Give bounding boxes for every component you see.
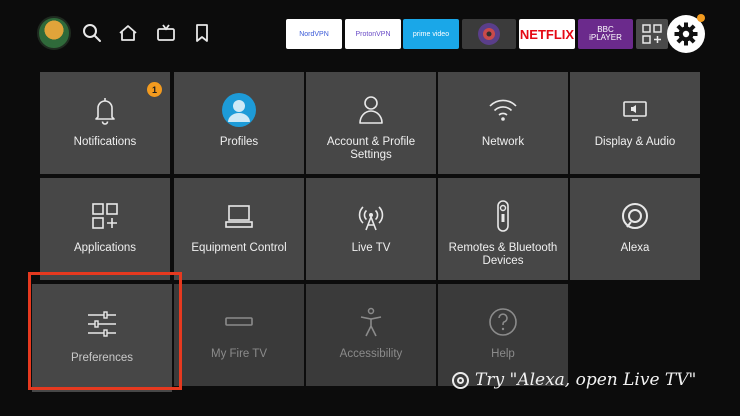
bell-icon xyxy=(87,92,123,128)
top-navigation: NordVPN ProtonVPN prime video NETFLIX BB… xyxy=(0,0,740,66)
gear-icon xyxy=(674,22,698,46)
account-settings-label: Account & Profile Settings xyxy=(326,136,416,161)
search-icon[interactable] xyxy=(81,22,103,44)
tile-my-fire-tv[interactable]: My Fire TV xyxy=(174,284,304,386)
profile-icon xyxy=(221,92,257,128)
alexa-tip-text: Try "Alexa, open Live TV" xyxy=(475,370,697,390)
tile-applications[interactable]: Applications xyxy=(40,178,170,280)
person-icon xyxy=(353,92,389,128)
live-tv-icon[interactable] xyxy=(155,22,177,44)
netflix-app-tile[interactable]: NETFLIX xyxy=(519,19,575,49)
tv-equipment-icon xyxy=(221,198,257,234)
fire-tv-device-icon xyxy=(221,304,257,340)
alexa-tip: Try "Alexa, open Live TV" xyxy=(452,370,696,390)
netflix-label: NETFLIX xyxy=(519,26,575,42)
tile-remotes-bluetooth[interactable]: Remotes & Bluetooth Devices xyxy=(438,178,568,280)
selection-highlight xyxy=(28,272,182,390)
alexa-label: Alexa xyxy=(620,242,650,254)
remotes-bluetooth-label: Remotes & Bluetooth Devices xyxy=(448,242,558,267)
prime-video-label: prime video xyxy=(412,30,450,38)
equipment-control-label: Equipment Control xyxy=(191,242,287,254)
bbc-iplayer-app-tile[interactable]: BBC iPLAYER xyxy=(578,19,633,49)
wifi-icon xyxy=(485,92,521,128)
tile-live-tv[interactable]: Live TV xyxy=(306,178,436,280)
nordvpn-label: NordVPN xyxy=(299,30,329,38)
applications-icon xyxy=(87,198,123,234)
apps-grid-icon xyxy=(642,24,662,44)
protonvpn-app-tile[interactable]: ProtonVPN xyxy=(345,19,401,49)
notifications-label: Notifications xyxy=(73,136,137,148)
accessibility-icon xyxy=(353,304,389,340)
tile-accessibility[interactable]: Accessibility xyxy=(306,284,436,386)
alexa-icon xyxy=(617,198,653,234)
tile-equipment-control[interactable]: Equipment Control xyxy=(174,178,304,280)
home-icon[interactable] xyxy=(117,22,139,44)
iplayer-label: iPLAYER xyxy=(589,33,622,42)
display-audio-icon xyxy=(617,92,653,128)
display-audio-label: Display & Audio xyxy=(594,136,676,148)
help-label: Help xyxy=(491,348,515,360)
alexa-small-icon xyxy=(452,371,469,389)
applications-label: Applications xyxy=(73,242,136,254)
tile-display-audio[interactable]: Display & Audio xyxy=(570,72,700,174)
watchlist-icon[interactable] xyxy=(191,22,213,44)
profile-avatar[interactable] xyxy=(37,16,71,50)
notification-badge: 1 xyxy=(147,82,162,97)
help-icon xyxy=(485,304,521,340)
game-logo-icon xyxy=(478,23,500,45)
tile-profiles[interactable]: Profiles xyxy=(174,72,304,174)
settings-notification-dot xyxy=(697,14,705,22)
tile-account-settings[interactable]: Account & Profile Settings xyxy=(306,72,436,174)
live-tv-label: Live TV xyxy=(351,242,391,254)
remote-icon xyxy=(485,198,521,234)
profiles-label: Profiles xyxy=(219,136,259,148)
my-fire-tv-label: My Fire TV xyxy=(210,348,267,360)
tile-network[interactable]: Network xyxy=(438,72,568,174)
nordvpn-app-tile[interactable]: NordVPN xyxy=(286,19,342,49)
prime-video-app-tile[interactable]: prime video xyxy=(403,19,459,49)
protonvpn-label: ProtonVPN xyxy=(355,30,391,38)
game-app-tile[interactable] xyxy=(462,19,516,49)
tile-notifications[interactable]: Notifications 1 xyxy=(40,72,170,174)
network-label: Network xyxy=(481,136,525,148)
antenna-icon xyxy=(353,198,389,234)
all-apps-button[interactable] xyxy=(636,19,668,49)
accessibility-label: Accessibility xyxy=(339,348,403,360)
tile-alexa[interactable]: Alexa xyxy=(570,178,700,280)
